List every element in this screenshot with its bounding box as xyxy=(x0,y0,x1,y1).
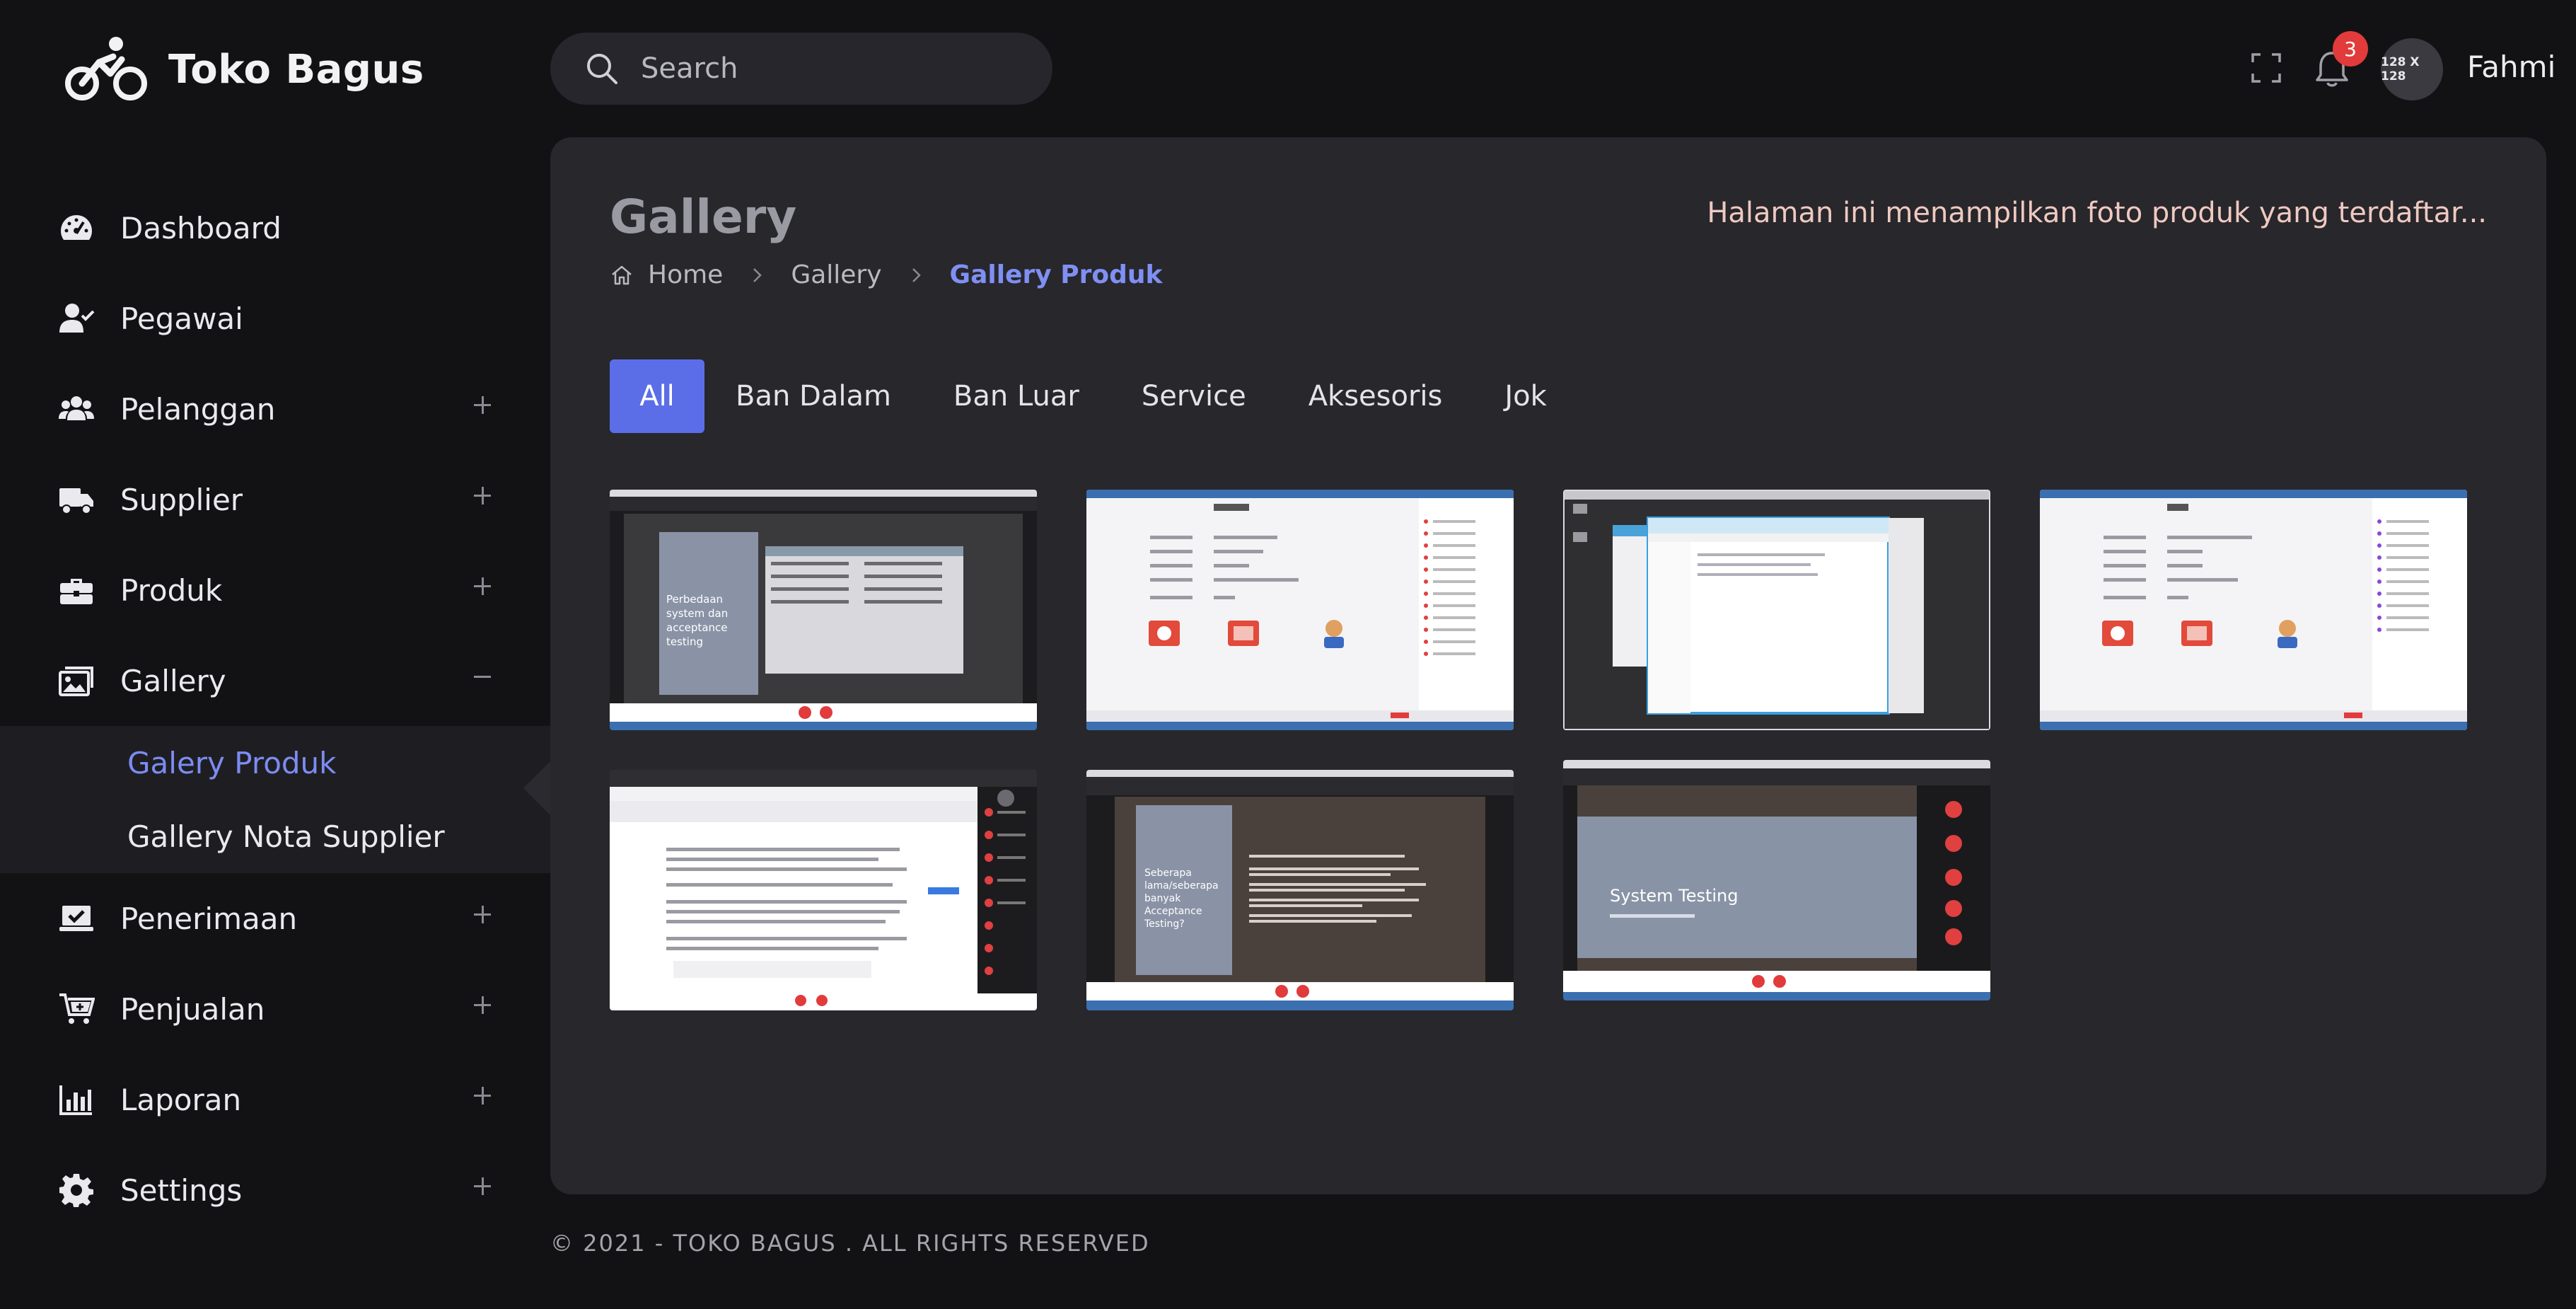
gallery-image[interactable] xyxy=(1086,490,1514,730)
laptop-check-icon xyxy=(57,899,96,938)
sidebar-item-settings[interactable]: Settings xyxy=(0,1145,550,1235)
sidebar-item-label: Supplier xyxy=(120,482,243,517)
search-bar[interactable] xyxy=(550,33,1052,105)
tab-all[interactable]: All xyxy=(610,359,704,433)
sidebar-item-label: Penerimaan xyxy=(120,901,298,936)
gallery-image[interactable] xyxy=(2040,490,2467,730)
svg-text:banyak: banyak xyxy=(1144,893,1181,904)
bicycle-icon xyxy=(65,37,147,100)
collapse-minus-icon[interactable] xyxy=(467,662,495,691)
gallery-image[interactable]: Perbedaan system dan acceptance testing xyxy=(610,490,1037,730)
sidebar-item-pegawai[interactable]: Pegawai xyxy=(0,273,550,364)
sidebar-item-label: Pelanggan xyxy=(120,391,276,427)
sidebar-item-laporan[interactable]: Laporan xyxy=(0,1054,550,1145)
notification-badge: 3 xyxy=(2333,31,2368,67)
truck-icon xyxy=(57,480,96,519)
active-indicator xyxy=(523,761,550,815)
page-description: Halaman ini menampilkan foto produk yang… xyxy=(1707,197,2487,229)
sidebar-item-label: Penjualan xyxy=(120,991,265,1027)
category-tabs: All Ban Dalam Ban Luar Service Aksesoris… xyxy=(610,359,1578,433)
content-card: Gallery Halaman ini menampilkan foto pro… xyxy=(550,137,2546,1194)
sidebar-item-pelanggan[interactable]: Pelanggan xyxy=(0,364,550,454)
svg-text:Seberapa: Seberapa xyxy=(1144,867,1192,879)
expand-plus-icon[interactable] xyxy=(467,391,495,419)
expand-plus-icon[interactable] xyxy=(467,572,495,600)
expand-plus-icon[interactable] xyxy=(467,991,495,1019)
sidebar-item-produk[interactable]: Produk xyxy=(0,545,550,635)
avatar[interactable]: 128 X 128 xyxy=(2381,38,2443,100)
sidebar-item-penerimaan[interactable]: Penerimaan xyxy=(0,873,550,964)
sidebar-item-label: Produk xyxy=(120,572,223,608)
users-icon xyxy=(57,389,96,429)
home-icon xyxy=(612,265,632,284)
svg-text:Testing?: Testing? xyxy=(1144,918,1185,930)
svg-text:Acceptance: Acceptance xyxy=(1144,906,1202,917)
breadcrumb: Home Gallery Gallery Produk xyxy=(610,260,1162,289)
bar-chart-icon xyxy=(57,1080,96,1119)
sidebar: Toko Bagus Dashboard Pegawai Pelanggan S… xyxy=(0,0,550,1309)
tab-aksesoris[interactable]: Aksesoris xyxy=(1277,359,1474,433)
expand-plus-icon[interactable] xyxy=(467,900,495,928)
gallery-image[interactable]: Seberapa lama/seberapa banyak Acceptance… xyxy=(1086,770,1514,1010)
breadcrumb-current: Gallery Produk xyxy=(949,260,1163,289)
tab-jok[interactable]: Jok xyxy=(1473,359,1577,433)
gallery-image[interactable] xyxy=(1563,490,1990,730)
fullscreen-icon[interactable] xyxy=(2251,52,2282,83)
svg-text:lama/seberapa: lama/seberapa xyxy=(1144,880,1219,892)
chevron-right-icon xyxy=(736,263,778,287)
brand-name: Toko Bagus xyxy=(168,46,424,93)
cart-plus-icon xyxy=(57,989,96,1029)
sidebar-item-label: Settings xyxy=(120,1172,243,1208)
tab-ban-luar[interactable]: Ban Luar xyxy=(922,359,1110,433)
expand-plus-icon[interactable] xyxy=(467,1172,495,1200)
svg-text:Perbedaan: Perbedaan xyxy=(666,593,723,606)
sidebar-item-label: Pegawai xyxy=(120,301,243,336)
sidebar-item-label: Dashboard xyxy=(120,210,282,246)
speedometer-icon xyxy=(57,208,96,248)
expand-plus-icon[interactable] xyxy=(467,1081,495,1109)
search-icon xyxy=(587,54,617,84)
sidebar-item-label: Laporan xyxy=(120,1082,242,1117)
brand[interactable]: Toko Bagus xyxy=(64,34,424,105)
sidebar-item-gallery[interactable]: Gallery xyxy=(0,635,550,726)
page-title: Gallery xyxy=(610,190,797,244)
breadcrumb-home[interactable]: Home xyxy=(648,260,723,289)
search-input[interactable] xyxy=(641,52,1023,85)
tab-ban-dalam[interactable]: Ban Dalam xyxy=(704,359,922,433)
sidebar-item-label: Gallery xyxy=(120,663,226,698)
sidebar-subitem-galery-produk[interactable]: Galery Produk xyxy=(0,726,550,800)
sidebar-item-dashboard[interactable]: Dashboard xyxy=(0,183,550,273)
svg-text:System Testing: System Testing xyxy=(1610,886,1739,906)
sidebar-item-penjualan[interactable]: Penjualan xyxy=(0,964,550,1054)
images-icon xyxy=(57,661,96,700)
sidebar-subitem-gallery-nota-supplier[interactable]: Gallery Nota Supplier xyxy=(0,800,550,873)
svg-text:testing: testing xyxy=(666,635,703,648)
expand-plus-icon[interactable] xyxy=(467,481,495,509)
user-check-icon xyxy=(57,299,96,338)
svg-text:acceptance: acceptance xyxy=(666,621,728,634)
sidebar-menu: Dashboard Pegawai Pelanggan Supplier Pro… xyxy=(0,183,550,1235)
footer-copyright: © 2021 - TOKO BAGUS . ALL RIGHTS RESERVE… xyxy=(550,1230,1150,1257)
briefcase-icon xyxy=(57,570,96,610)
gallery-image[interactable]: System Testing xyxy=(1563,760,1990,1001)
tab-service[interactable]: Service xyxy=(1110,359,1277,433)
breadcrumb-gallery[interactable]: Gallery xyxy=(791,260,881,289)
gallery-submenu: Galery Produk Gallery Nota Supplier xyxy=(0,726,550,873)
gear-icon xyxy=(57,1170,96,1210)
user-name[interactable]: Fahmi xyxy=(2467,50,2555,84)
gallery-image[interactable] xyxy=(610,770,1037,1010)
sidebar-item-supplier[interactable]: Supplier xyxy=(0,454,550,545)
chevron-right-icon xyxy=(895,263,937,287)
svg-text:system dan: system dan xyxy=(666,607,728,620)
